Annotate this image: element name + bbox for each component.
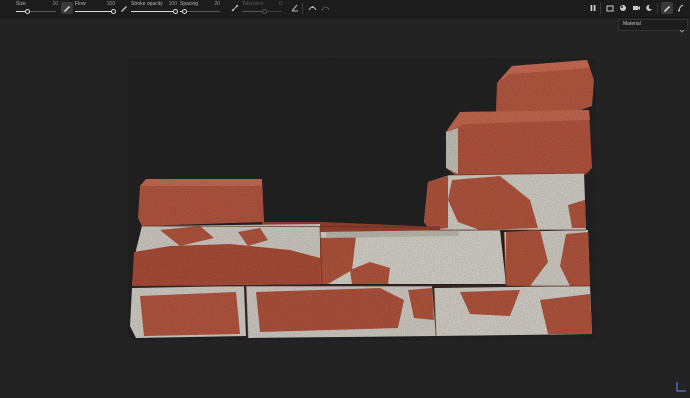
toolbar-divider: [302, 3, 303, 14]
tolerance-track[interactable]: [242, 9, 282, 14]
3d-viewport[interactable]: [0, 18, 690, 392]
toolbar-divider-2: [600, 3, 601, 14]
symmetry-icon[interactable]: [229, 2, 241, 14]
spacing-track[interactable]: [180, 9, 220, 14]
tolerance-value[interactable]: 0: [268, 1, 282, 7]
spacing-knob[interactable]: [182, 9, 187, 14]
toolbar: Size 10 Flow 100 Stroke opacity 100 Spac…: [0, 0, 690, 18]
size-slider[interactable]: Size 10: [16, 0, 60, 17]
stroke-opacity-value[interactable]: 100: [163, 1, 177, 7]
toolbar-divider-3: [657, 3, 658, 14]
tolerance-knob[interactable]: [262, 9, 267, 14]
camera-icon[interactable]: [630, 2, 642, 14]
axis-gizmo-icon: [675, 380, 687, 398]
flow-fill: [75, 11, 113, 12]
size-knob[interactable]: [25, 9, 31, 14]
size-track[interactable]: [16, 9, 56, 14]
brick-wall-model: [128, 58, 596, 340]
stroke-opacity-knob[interactable]: [173, 9, 178, 14]
spacing-value[interactable]: 20: [206, 1, 220, 7]
environment-icon[interactable]: [643, 2, 655, 14]
tolerance-slider[interactable]: Tolerance 0: [242, 0, 284, 17]
dot-grid-icon[interactable]: [306, 2, 318, 14]
lazy-mouse-icon[interactable]: [319, 2, 331, 14]
brush-pressure-icon[interactable]: [61, 2, 73, 14]
spacing-label: Spacing: [180, 1, 199, 7]
folder-icon[interactable]: [604, 2, 616, 14]
stroke-opacity-label: Stroke opacity: [131, 1, 163, 7]
brush-pressure-icon-2[interactable]: [118, 2, 130, 14]
stroke-opacity-fill: [131, 11, 175, 12]
spacing-slider[interactable]: Spacing 20: [180, 0, 222, 17]
flow-value[interactable]: 100: [101, 1, 115, 7]
flow-knob[interactable]: [111, 9, 116, 14]
stroke-opacity-slider[interactable]: Stroke opacity 100: [131, 0, 179, 17]
angle-icon[interactable]: [289, 2, 301, 14]
pause-icon[interactable]: [587, 2, 599, 14]
sphere-icon[interactable]: [617, 2, 629, 14]
size-value[interactable]: 10: [44, 1, 58, 7]
paint-brush-icon[interactable]: [661, 2, 673, 14]
tolerance-fill: [242, 11, 264, 12]
flow-track[interactable]: [75, 9, 116, 14]
size-label: Size: [16, 1, 26, 7]
flow-slider[interactable]: Flow 100: [75, 0, 119, 17]
flow-label: Flow: [75, 1, 86, 7]
tolerance-label: Tolerance: [242, 1, 264, 7]
settings-icon[interactable]: [675, 2, 687, 14]
stroke-opacity-track[interactable]: [131, 9, 178, 14]
